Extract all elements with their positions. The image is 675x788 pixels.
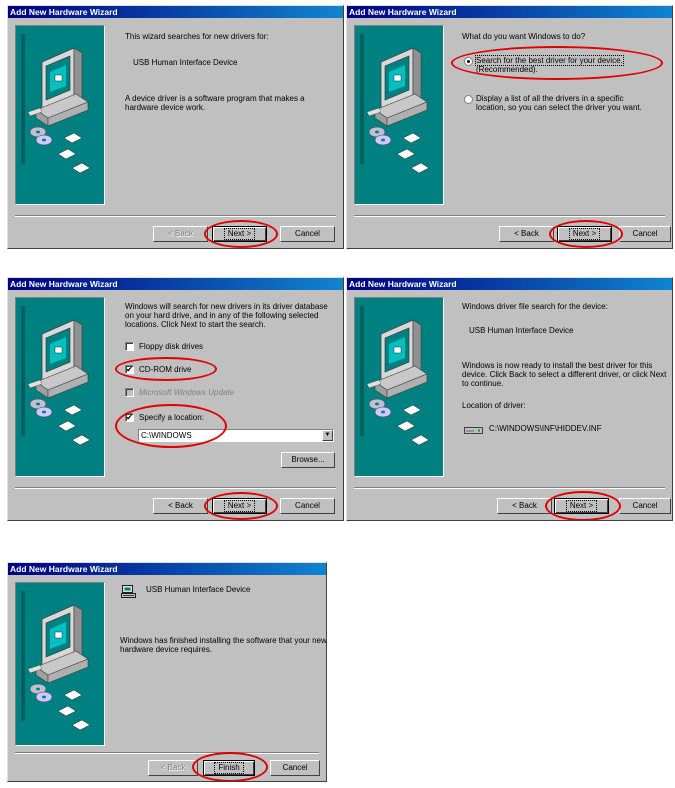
separator xyxy=(354,215,665,217)
wizard-dialog-step1: Add New Hardware Wizard This wizard sear… xyxy=(7,5,344,249)
cancel-button[interactable]: Cancel xyxy=(280,498,335,514)
search-best-driver-label-line2[interactable]: (Recommended). xyxy=(476,65,538,74)
wizard-illustration xyxy=(354,297,444,477)
computer-illustration-icon xyxy=(20,305,91,446)
intro-line1: Windows will search for new drivers in i… xyxy=(125,302,328,311)
drive-icon xyxy=(464,427,483,434)
wizard-dialog-step2: Add New Hardware Wizard What do you want… xyxy=(346,5,673,249)
display-list-radio[interactable] xyxy=(464,95,473,104)
back-button[interactable]: < Back xyxy=(497,498,552,514)
dialog-title: Add New Hardware Wizard xyxy=(8,563,326,575)
search-best-driver-radio[interactable] xyxy=(464,57,473,66)
separator xyxy=(15,215,336,217)
floppy-label[interactable]: Floppy disk drives xyxy=(139,342,203,351)
wizard-illustration xyxy=(15,297,105,477)
finished-line2: hardware device requires. xyxy=(120,645,213,654)
intro-text: This wizard searches for new drivers for… xyxy=(125,32,269,41)
dialog-title: Add New Hardware Wizard xyxy=(8,278,343,290)
computer-illustration-icon xyxy=(20,33,91,174)
display-list-label-line2[interactable]: location, so you can select the driver y… xyxy=(476,103,642,112)
cancel-button[interactable]: Cancel xyxy=(280,226,335,242)
location-value[interactable]: C:\WINDOWS xyxy=(141,431,192,440)
description-line2: hardware device work. xyxy=(125,103,206,112)
back-button[interactable]: < Back xyxy=(499,226,554,242)
wizard-dialog-finish: Add New Hardware Wizard USB Human Interf… xyxy=(7,562,327,782)
finished-line1: Windows has finished installing the soft… xyxy=(120,636,327,645)
separator xyxy=(15,487,336,489)
separator xyxy=(354,487,665,489)
question-text: What do you want Windows to do? xyxy=(462,32,586,41)
intro-line3: locations. Click Next to start the searc… xyxy=(125,320,266,329)
finish-button[interactable]: Finish xyxy=(203,760,255,776)
cdrom-checkbox[interactable]: ✔ xyxy=(125,365,134,374)
cancel-button[interactable]: Cancel xyxy=(619,498,671,514)
dialog-title: Add New Hardware Wizard xyxy=(347,6,672,18)
device-name: USB Human Interface Device xyxy=(146,585,251,594)
computer-illustration-icon xyxy=(20,590,91,731)
chevron-down-icon[interactable]: ▼ xyxy=(322,430,333,441)
location-label: Location of driver: xyxy=(462,401,526,410)
cancel-button[interactable]: Cancel xyxy=(619,226,671,242)
next-button[interactable]: Next > xyxy=(212,498,267,514)
specify-location-checkbox[interactable]: ✔ xyxy=(125,413,134,422)
next-button[interactable]: Next > xyxy=(557,226,612,242)
dialog-title: Add New Hardware Wizard xyxy=(347,278,672,290)
windows-update-checkbox xyxy=(125,388,134,397)
driver-path: C:\WINDOWS\INF\HIDDEV.INF xyxy=(489,424,602,433)
back-button[interactable]: < Back xyxy=(148,760,198,776)
wizard-illustration xyxy=(15,582,105,746)
dialog-title: Add New Hardware Wizard xyxy=(8,6,343,18)
ready-line3: to continue. xyxy=(462,379,504,388)
description-line1: A device driver is a software program th… xyxy=(125,94,305,103)
computer-illustration-icon xyxy=(359,33,430,174)
location-combobox[interactable]: C:\WINDOWS ▼ xyxy=(138,429,334,442)
back-button[interactable]: < Back xyxy=(153,226,208,242)
separator xyxy=(15,752,319,754)
device-name: USB Human Interface Device xyxy=(133,58,238,67)
intro-line2: on your hard drive, and in any of the fo… xyxy=(125,311,319,320)
display-list-label-line1[interactable]: Display a list of all the drivers in a s… xyxy=(476,94,624,103)
hid-device-icon xyxy=(121,585,136,598)
back-button[interactable]: < Back xyxy=(153,498,208,514)
next-button[interactable]: Next > xyxy=(554,498,609,514)
wizard-dialog-step4: Add New Hardware Wizard Windows driver f… xyxy=(346,277,673,521)
search-best-driver-label-line1[interactable]: Search for the best driver for your devi… xyxy=(475,55,624,66)
wizard-illustration xyxy=(15,25,105,205)
wizard-dialog-step3: Add New Hardware Wizard Windows will sea… xyxy=(7,277,344,521)
device-name: USB Human Interface Device xyxy=(469,326,574,335)
computer-illustration-icon xyxy=(359,305,430,446)
search-heading: Windows driver file search for the devic… xyxy=(462,302,608,311)
ready-line1: Windows is now ready to install the best… xyxy=(462,361,653,370)
floppy-checkbox[interactable] xyxy=(125,342,134,351)
next-button[interactable]: Next > xyxy=(212,226,267,242)
wizard-illustration xyxy=(354,25,444,205)
ready-line2: device. Click Back to select a different… xyxy=(462,370,667,379)
cancel-button[interactable]: Cancel xyxy=(270,760,320,776)
cdrom-label[interactable]: CD-ROM drive xyxy=(139,365,191,374)
windows-update-label: Microsoft Windows Update xyxy=(139,388,235,397)
specify-location-label[interactable]: Specify a location: xyxy=(139,413,204,422)
browse-button[interactable]: Browse... xyxy=(281,452,335,468)
